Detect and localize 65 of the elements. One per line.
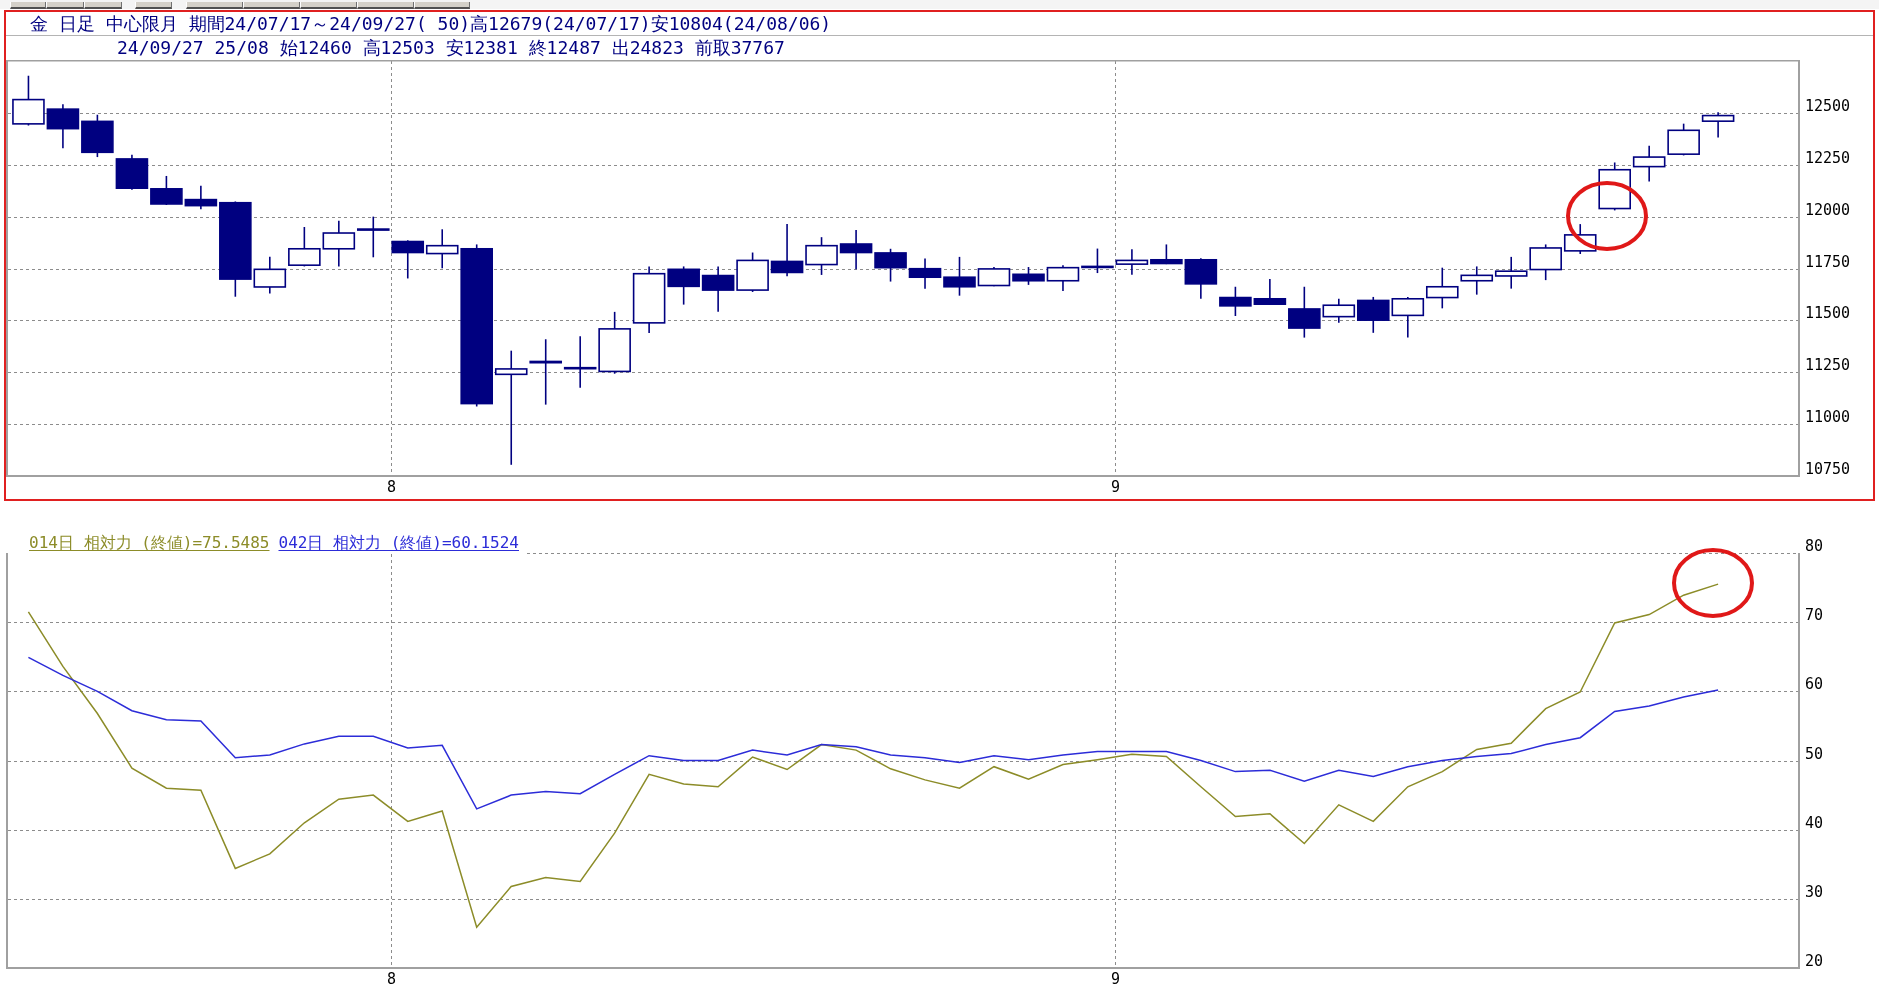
axis-label: 80	[1805, 537, 1824, 555]
axis-label: 12250	[1805, 148, 1851, 167]
candle	[770, 223, 804, 277]
toolbar-button[interactable]	[46, 2, 84, 9]
candle	[1529, 243, 1562, 281]
candle	[598, 311, 631, 375]
toolbar-button[interactable]	[135, 2, 172, 9]
candle	[1667, 122, 1700, 157]
quote-summary-text: 24/09/27 25/08 始12460 高12503 安12381 終12487 出24823 前取37767	[116, 36, 786, 60]
axis-label: 30	[1805, 882, 1824, 901]
candle	[1494, 256, 1528, 290]
candle	[1632, 144, 1666, 183]
candle	[874, 248, 907, 283]
chart-info-text: 金 日足 中心限月 期間24/07/17～24/09/27( 50)高12679(24/07/17)安10804(24/08/06)	[6, 12, 1873, 36]
candle	[805, 236, 838, 276]
axis-label: 20	[1805, 952, 1824, 970]
toolbar-button[interactable]	[357, 2, 414, 9]
axis-label: 40	[1805, 813, 1824, 832]
candle	[1701, 111, 1735, 139]
candle	[1563, 223, 1597, 255]
candle	[839, 229, 873, 271]
axis-label: 8	[387, 478, 396, 496]
candle	[391, 239, 425, 280]
axis-label: 70	[1805, 606, 1824, 625]
toolbar-button[interactable]	[84, 2, 122, 9]
toolbar-button[interactable]	[243, 2, 300, 9]
candle	[288, 226, 321, 268]
axis-label: 60	[1805, 675, 1824, 694]
toolbar-button[interactable]	[300, 2, 357, 9]
toolbar-button[interactable]	[186, 2, 243, 9]
axis-label: 12500	[1805, 96, 1851, 115]
candle	[1219, 285, 1252, 317]
axis-label: 12000	[1805, 200, 1851, 219]
candle	[81, 113, 114, 158]
axis-label: 11500	[1805, 304, 1851, 323]
toolbar-button[interactable]	[10, 2, 46, 9]
candle	[357, 215, 390, 259]
axis-label: 10750	[1805, 460, 1851, 478]
axis-label: 9	[1111, 970, 1120, 988]
axis-label: 11750	[1805, 252, 1851, 271]
legend-label: 042日 相対力 (終値)=60.1524	[278, 534, 519, 552]
axis-label: 50	[1805, 744, 1824, 763]
candle	[563, 335, 597, 389]
axis-label: 9	[1111, 478, 1120, 496]
candle	[1426, 266, 1459, 310]
axis-label: 8	[387, 970, 396, 988]
candle	[701, 265, 735, 313]
candle	[1598, 161, 1631, 212]
legend-label: 014日 相対力 (終値)=75.5485	[29, 534, 270, 552]
candle	[322, 219, 356, 268]
candle	[1046, 264, 1080, 292]
toolbar-button[interactable]	[414, 2, 470, 9]
candle	[1460, 265, 1494, 296]
candle	[1081, 247, 1114, 274]
candle	[908, 257, 942, 290]
candle	[1391, 296, 1425, 339]
candle	[150, 175, 183, 206]
candle	[1012, 266, 1045, 286]
axis-label: 11250	[1805, 356, 1851, 375]
candle	[12, 74, 45, 127]
candle	[115, 154, 149, 191]
axis-label: 11000	[1805, 408, 1851, 427]
candle	[46, 103, 80, 149]
candle	[1115, 248, 1149, 276]
candle	[736, 251, 769, 293]
